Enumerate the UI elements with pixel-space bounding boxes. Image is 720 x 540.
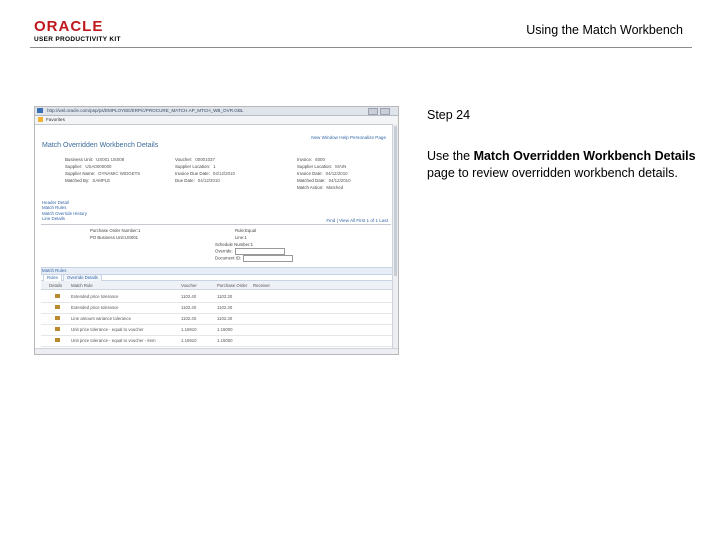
field-matched-by: Matched By: SAMPLE xyxy=(65,178,111,183)
field-invoice: Invoice: 6000 xyxy=(297,157,325,162)
header-divider xyxy=(30,47,692,48)
field-business-unit: Business Unit: US001 US008 xyxy=(65,157,125,162)
document-title: Using the Match Workbench xyxy=(526,23,683,37)
favorites-tab[interactable]: Favorites xyxy=(46,117,65,122)
col-details: Details xyxy=(49,283,63,288)
grid-header: Details Match Rule Voucher Purchase Orde… xyxy=(41,281,395,290)
col-voucher: Voucher xyxy=(181,283,197,288)
step-instruction: Use the Match Overridden Workbench Detai… xyxy=(427,149,696,180)
step-label: Step 24 xyxy=(427,108,471,122)
section-divider xyxy=(41,224,391,225)
field-override: Override: xyxy=(215,248,285,255)
refresh-button[interactable] xyxy=(368,108,378,115)
col-purchase-order: Purchase Order xyxy=(217,283,248,288)
header-links[interactable]: New Window Help Personalize Page xyxy=(311,135,386,140)
browser-address-bar: http://wsl.oracle.com/psp/ps/EMPLOYEE/ER… xyxy=(35,107,398,116)
field-match-action: Match Action: Matched xyxy=(297,185,344,190)
field-line: Line:1 xyxy=(235,235,247,240)
field-supplier-location: Supplier Location: 1 xyxy=(175,164,216,169)
field-supplier-name: Supplier Name: DYNAMIC WIDGETS xyxy=(65,171,141,176)
details-icon[interactable] xyxy=(55,338,60,342)
page-title: Match Overridden Workbench Details xyxy=(42,142,159,149)
details-icon[interactable] xyxy=(55,294,60,298)
star-icon xyxy=(38,117,43,122)
side-links: Header Detail Match Rules Match Override… xyxy=(42,200,87,221)
field-document-id: Document ID: xyxy=(215,255,294,262)
grid-tabs: Rules Override Details xyxy=(41,274,395,282)
favorites-bar: Favorites xyxy=(35,116,398,125)
logo-mark: ORACLE xyxy=(34,18,104,35)
field-schedule-number: Schedule Number:1 xyxy=(215,242,253,247)
details-icon[interactable] xyxy=(55,316,60,320)
field-voucher: Voucher: 00001037 xyxy=(175,157,215,162)
field-due-date: Due Date: 04/12/2010 xyxy=(175,178,220,183)
field-rule: Rule:Equal xyxy=(235,228,257,233)
application-screenshot: http://wsl.oracle.com/psp/ps/EMPLOYEE/ER… xyxy=(34,106,399,355)
field-invoice-date: Invoice Date: 04/12/2010 xyxy=(297,171,348,176)
col-receiver: Receiver xyxy=(253,283,270,288)
stop-button[interactable] xyxy=(380,108,390,115)
scrollbar-thumb[interactable] xyxy=(394,126,397,276)
link-line-details[interactable]: Line Details xyxy=(42,216,87,221)
col-match-rule: Match Rule xyxy=(71,283,93,288)
pagination-links[interactable]: Find | View All First 1 of 1 Last xyxy=(326,218,388,223)
field-po-business-unit: PO Business Unit:US001 xyxy=(90,235,139,240)
details-icon[interactable] xyxy=(55,305,60,309)
override-input[interactable] xyxy=(234,248,285,255)
field-matched-date: Matched Date: 04/12/2010 xyxy=(297,178,351,183)
table-row: Unit price tolerance - equal to voucher … xyxy=(41,335,395,347)
horizontal-scrollbar[interactable] xyxy=(35,348,398,354)
field-supplier-location-2: Supplier Location: MAIN xyxy=(297,164,347,169)
oracle-logo: ORACLE USER PRODUCTIVITY KIT xyxy=(34,19,124,49)
instruction-bold: Match Overridden Workbench Details xyxy=(473,149,696,163)
details-icon[interactable] xyxy=(55,327,60,331)
field-po-number: Purchase Order Number:1 xyxy=(90,228,141,233)
logo-subtitle: USER PRODUCTIVITY KIT xyxy=(34,36,121,43)
field-supplier: Supplier: USA0000000 xyxy=(65,164,112,169)
browser-icon xyxy=(37,108,43,113)
field-invoice-due-date: Invoice Due Date: 04/12/2010 xyxy=(175,171,235,176)
address-url: http://wsl.oracle.com/psp/ps/EMPLOYEE/ER… xyxy=(47,108,244,113)
document-id-input[interactable] xyxy=(243,255,294,262)
